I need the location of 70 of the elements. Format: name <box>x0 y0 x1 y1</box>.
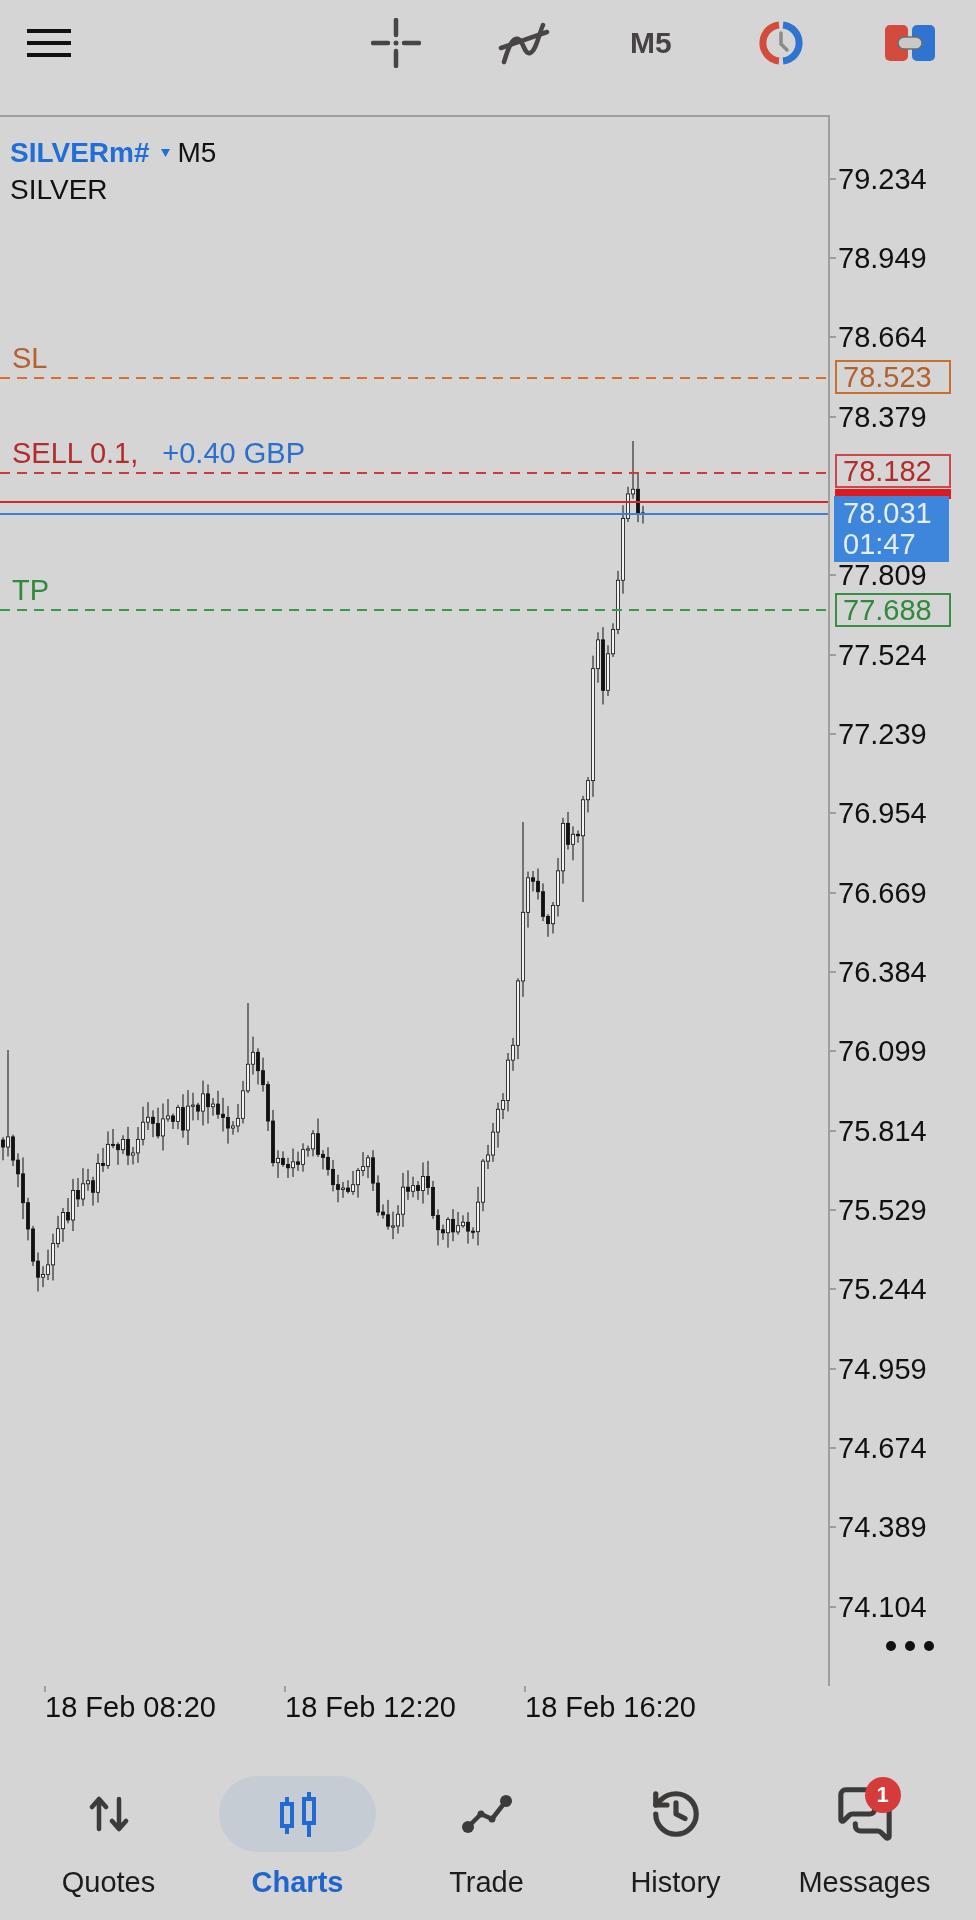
price-label: 76.099 <box>838 1038 927 1065</box>
level-label: TP <box>12 573 50 607</box>
bar-countdown: 01:47 <box>843 529 917 560</box>
price-tag: 77.688 <box>835 593 951 627</box>
timeframe-button[interactable]: M5 <box>630 25 672 61</box>
nav-tab[interactable]: Quotes <box>14 1776 203 1920</box>
price-label: 78.664 <box>838 324 927 351</box>
axis-tick <box>830 1050 836 1053</box>
axis-tick <box>830 1605 836 1608</box>
nav-tab[interactable]: History <box>581 1776 770 1920</box>
caret-icon[interactable] <box>160 149 170 157</box>
price-label: 78.949 <box>838 245 927 271</box>
axis-tick <box>284 1686 286 1692</box>
arrows-up-down-icon <box>88 1796 129 1832</box>
axis-tick <box>830 732 836 735</box>
chart-timeframe: M5 <box>177 137 217 169</box>
time-label: 18 Feb 16:20 <box>525 1692 696 1722</box>
price-label: 74.959 <box>838 1355 927 1382</box>
axis-tick <box>830 891 836 894</box>
axis-tick <box>830 1367 836 1370</box>
notification-badge: 1 <box>864 1777 901 1813</box>
price-label: 76.669 <box>838 879 927 906</box>
nav-tab[interactable]: Trade <box>392 1776 581 1920</box>
time-label: 18 Feb 08:20 <box>45 1692 216 1722</box>
axis-tick <box>830 177 836 180</box>
price-label: 74.674 <box>838 1434 927 1461</box>
symbol-description: SILVER <box>10 174 109 206</box>
time-label: 18 Feb 12:20 <box>285 1692 456 1722</box>
toggle-icon[interactable] <box>884 25 935 61</box>
price-label: 76.384 <box>838 958 927 985</box>
price-label: 76.954 <box>838 800 927 827</box>
axis-tick <box>830 574 836 577</box>
axis-tick <box>830 1526 836 1529</box>
axis-tick <box>830 257 836 259</box>
clock-icon[interactable] <box>757 21 804 65</box>
line-chart-icon <box>460 1794 513 1834</box>
price-tag: 78.182 <box>835 454 951 488</box>
price-label: 78.379 <box>838 403 927 430</box>
level-label: SELL 0.1, <box>12 436 139 470</box>
axis-tick <box>830 1446 836 1449</box>
axis-tick <box>524 1686 526 1692</box>
price-tag: 78.523 <box>835 360 951 394</box>
nav-tab[interactable]: 1 Messages <box>770 1776 959 1920</box>
axis-tick <box>830 415 836 418</box>
level-label: SL <box>12 341 48 375</box>
price-label: 75.529 <box>838 1196 927 1223</box>
price-label: 74.389 <box>838 1514 927 1541</box>
profit-label: +0.40 GBP <box>162 436 305 470</box>
price-label: 77.239 <box>838 720 927 747</box>
axis-tick <box>830 1208 836 1211</box>
axis-tick <box>830 970 836 973</box>
price-label: 75.244 <box>838 1276 927 1303</box>
indicator-icon[interactable] <box>498 21 550 65</box>
axis-tick <box>830 1129 836 1132</box>
price-label: 77.524 <box>838 641 927 668</box>
chart-plot-area[interactable]: SILVERm# M5 SILVER SL SELL 0.1, +0.40 GBP TP <box>0 115 830 1686</box>
price-label: 74.104 <box>838 1593 927 1620</box>
axis-tick <box>830 336 836 339</box>
bid-price: 78.031 <box>843 498 933 529</box>
menu-icon[interactable] <box>27 29 71 57</box>
nav-tab[interactable]: Charts <box>203 1776 392 1920</box>
price-label: 79.234 <box>838 165 927 192</box>
axis-tick <box>830 653 836 656</box>
axis-tick <box>830 1288 836 1291</box>
price-label: 77.809 <box>838 562 927 589</box>
axis-tick <box>830 812 836 815</box>
more-icon[interactable] <box>886 1641 934 1651</box>
price-label: 75.814 <box>838 1117 927 1144</box>
crosshair-icon[interactable] <box>371 18 421 68</box>
axis-tick <box>44 1686 46 1692</box>
